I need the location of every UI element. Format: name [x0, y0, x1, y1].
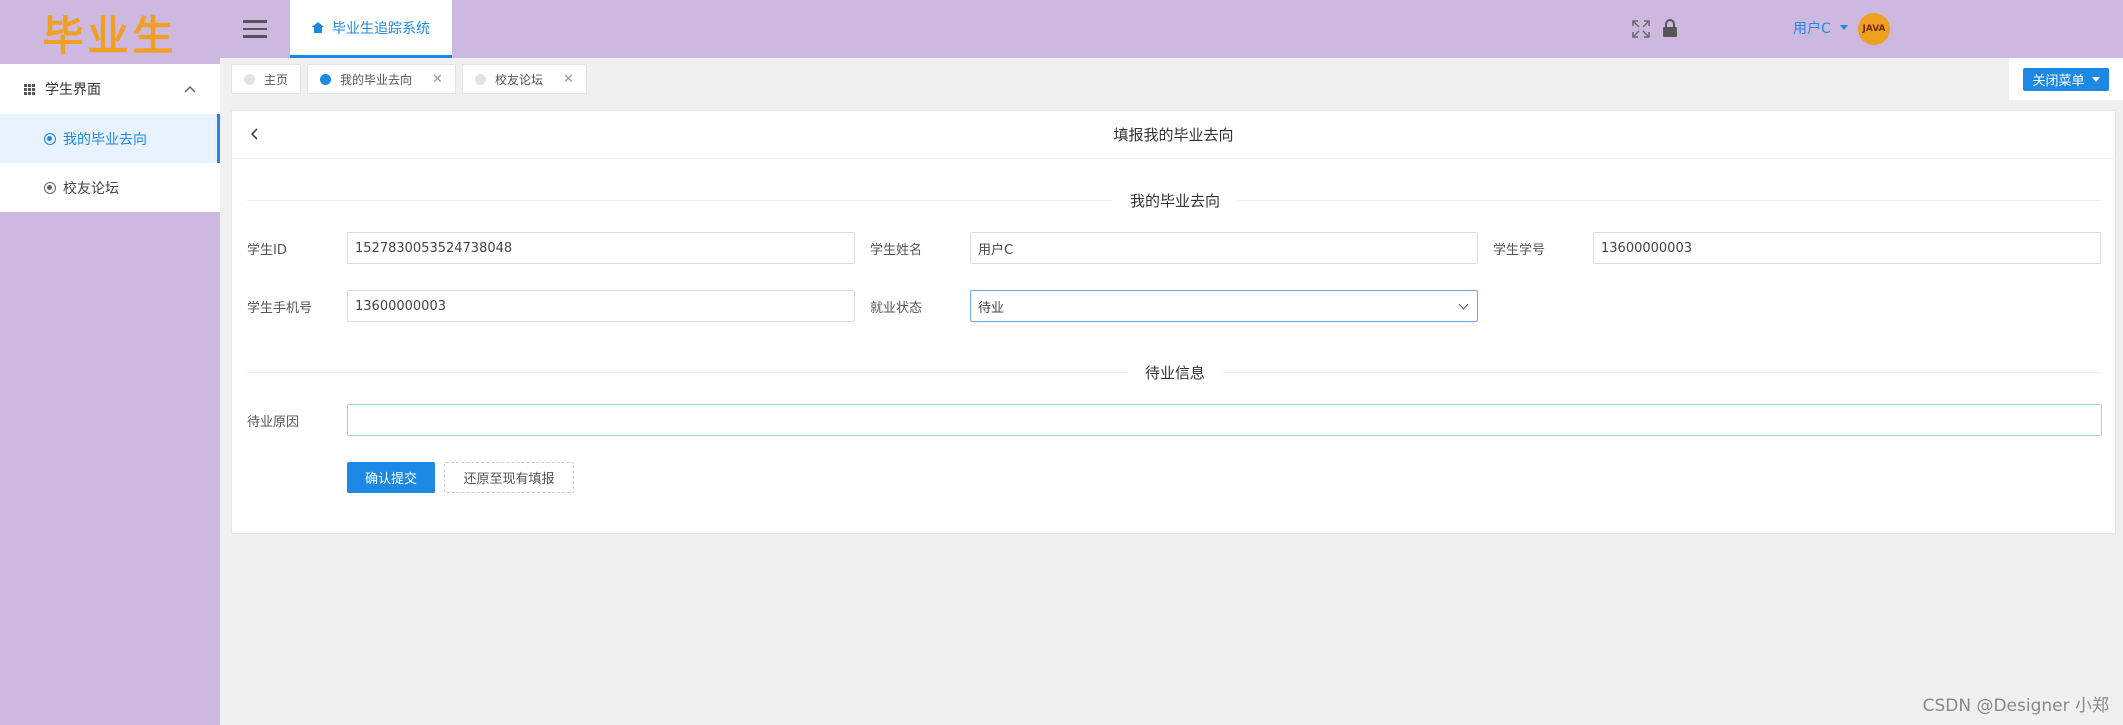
close-icon[interactable]: ✕ [432, 72, 443, 87]
close-menu-button[interactable]: 关闭菜单 [2023, 67, 2109, 91]
tab-dot-icon [474, 73, 486, 85]
caret-down-icon [2091, 76, 2100, 82]
sidebar-item-alumni-forum[interactable]: 校友论坛 [0, 163, 220, 212]
field-label-job-status: 就业状态 [870, 301, 923, 316]
target-icon [44, 132, 56, 145]
tab-label: 校友论坛 [494, 72, 543, 87]
chevron-up-icon [184, 82, 196, 96]
job-status-value: 待业 [978, 300, 1005, 316]
unemployed-reason-field[interactable] [347, 404, 2102, 436]
tab-my-destination[interactable]: 我的毕业去向 ✕ [307, 64, 456, 94]
field-label-student-id: 学生ID [247, 243, 287, 258]
fullscreen-icon[interactable] [1632, 20, 1650, 38]
close-icon[interactable]: ✕ [563, 72, 574, 87]
field-label-unemployed-reason: 待业原因 [247, 415, 300, 430]
logo: 毕业生 [42, 12, 178, 60]
avatar[interactable]: JAVA [1858, 13, 1890, 45]
grid-icon [24, 83, 35, 95]
field-label-student-name: 学生姓名 [870, 243, 923, 258]
user-menu[interactable]: 用户C [1793, 18, 1831, 38]
lock-icon[interactable] [1662, 18, 1678, 38]
caret-down-icon[interactable] [1840, 25, 1848, 30]
target-icon [44, 181, 56, 194]
app-tab[interactable]: 毕业生追踪系统 [290, 0, 452, 58]
field-label-student-no: 学生学号 [1493, 243, 1546, 258]
home-icon [312, 22, 324, 33]
section-title-destination: 我的毕业去向 [1111, 190, 1239, 211]
sidebar-menu: 学生界面 我的毕业去向 校友论坛 [0, 64, 220, 212]
student-name-field[interactable]: 用户C [970, 232, 1478, 264]
chevron-down-icon [1458, 299, 1469, 310]
close-menu-wrap: 关闭菜单 [2009, 58, 2123, 100]
tab-dot-icon [320, 73, 332, 85]
tabs-bar: 主页 我的毕业去向 ✕ 校友论坛 ✕ 关闭菜单 [220, 58, 2123, 100]
sidebar-group-student[interactable]: 学生界面 [0, 64, 220, 114]
back-icon[interactable] [250, 125, 258, 144]
restore-button[interactable]: 还原至现有填报 [444, 462, 574, 493]
app-tab-label: 毕业生追踪系统 [332, 20, 430, 37]
card-header: 填报我的毕业去向 [232, 111, 2115, 159]
student-id-field[interactable]: 1527830053524738048 [347, 232, 855, 264]
submit-button[interactable]: 确认提交 [347, 462, 435, 493]
page-title: 填报我的毕业去向 [1113, 126, 1234, 144]
hamburger-icon[interactable] [220, 0, 290, 58]
sidebar-item-label: 校友论坛 [63, 180, 119, 197]
sidebar-item-label: 我的毕业去向 [63, 131, 147, 148]
student-no-field[interactable]: 13600000003 [1593, 232, 2101, 264]
close-menu-label: 关闭菜单 [2032, 73, 2085, 89]
sidebar-group-label: 学生界面 [45, 82, 101, 98]
sidebar-item-my-destination[interactable]: 我的毕业去向 [0, 114, 220, 163]
watermark: CSDN @Designer 小郑 [1922, 696, 2109, 716]
tab-dot-icon [244, 73, 255, 85]
tab-alumni-forum[interactable]: 校友论坛 ✕ [461, 64, 587, 94]
field-label-student-phone: 学生手机号 [247, 301, 313, 316]
form-card: 填报我的毕业去向 我的毕业去向 学生ID 1527830053524738048… [231, 110, 2116, 534]
student-phone-field[interactable]: 13600000003 [347, 290, 855, 322]
tab-label: 主页 [264, 72, 289, 87]
tab-label: 我的毕业去向 [340, 72, 413, 87]
top-header: 毕业生追踪系统 [220, 0, 2123, 58]
job-status-select[interactable]: 待业 [970, 290, 1478, 322]
tab-home[interactable]: 主页 [231, 64, 302, 94]
section-title-unemployed: 待业信息 [1126, 362, 1224, 383]
sidebar: 毕业生 学生界面 我的毕业去向 校友论坛 [0, 0, 220, 725]
